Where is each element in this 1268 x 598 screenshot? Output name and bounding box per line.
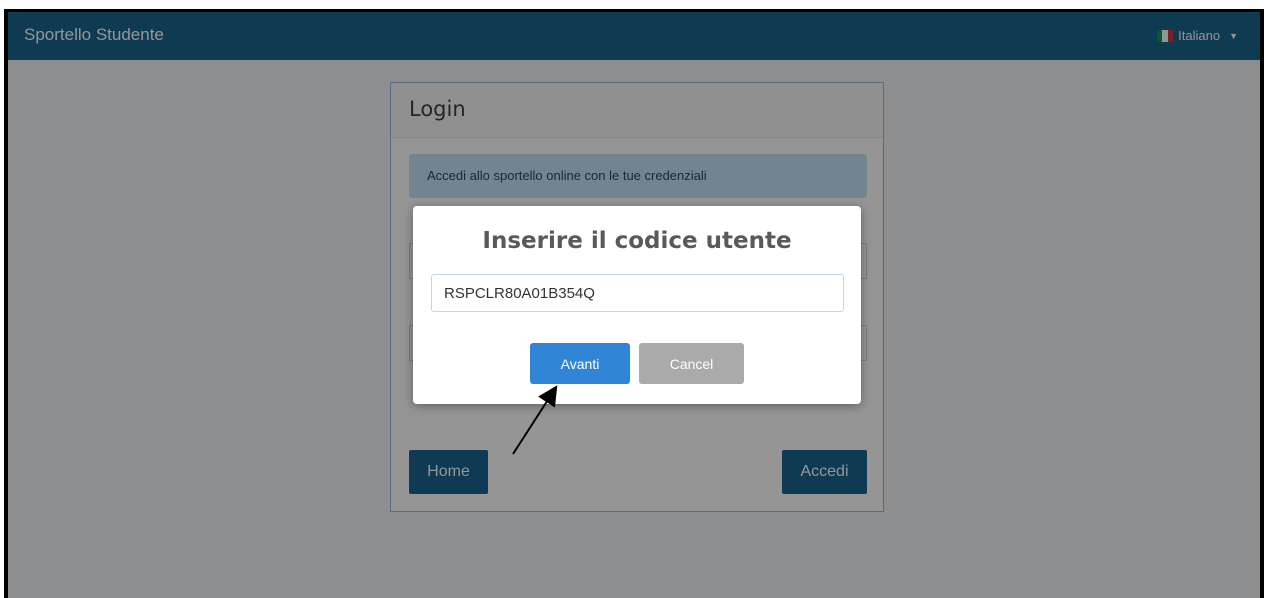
app-window: Sportello Studente Italiano ▼ Login Acce… — [8, 12, 1260, 598]
pointer-arrow-icon — [512, 385, 558, 455]
